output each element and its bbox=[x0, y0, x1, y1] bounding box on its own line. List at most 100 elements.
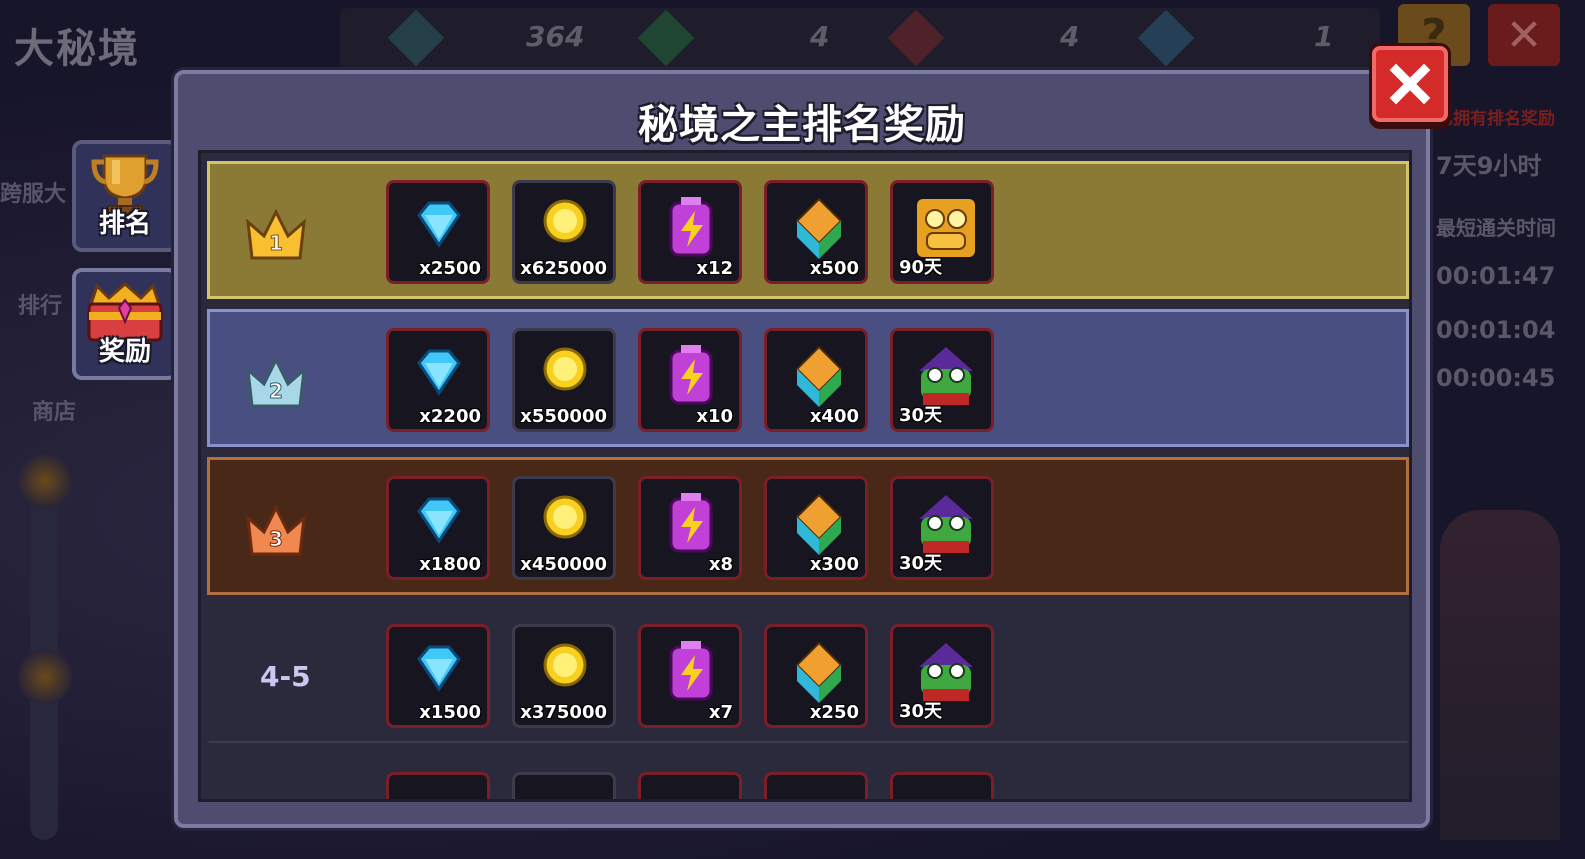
coin-icon bbox=[543, 495, 587, 539]
item-quantity: x550000 bbox=[520, 406, 607, 427]
item-duration: 30天 bbox=[899, 553, 943, 574]
reward-item-diamond[interactable]: x2500 bbox=[386, 180, 490, 284]
item-quantity: x250 bbox=[809, 702, 859, 723]
reward-item-slot[interactable] bbox=[638, 772, 742, 799]
diamond-icon bbox=[417, 201, 461, 248]
item-quantity: x400 bbox=[809, 406, 859, 427]
item-quantity: x12 bbox=[696, 258, 733, 279]
crystal-icon bbox=[795, 197, 843, 259]
rank-number: 2 bbox=[269, 379, 283, 403]
item-quantity: x1500 bbox=[419, 702, 481, 723]
ranking-reward-dialog: 秘境之主排名奖励 1 x2500 x625000 x12 x500 90天 2 … bbox=[174, 70, 1430, 828]
reward-item-energy[interactable]: x10 bbox=[638, 328, 742, 432]
stat-value: 4 bbox=[1060, 20, 1080, 53]
item-duration: 30天 bbox=[899, 405, 943, 426]
frog-wizard-avatar-icon bbox=[919, 495, 973, 553]
countdown-timer: 7天9小时 bbox=[1436, 152, 1542, 180]
item-quantity: x375000 bbox=[520, 702, 607, 723]
reward-item-coin[interactable]: x550000 bbox=[512, 328, 616, 432]
item-quantity: x8 bbox=[708, 554, 733, 575]
reward-row-rank-4-5: 4-5 x1500 x375000 x7 x250 30天 bbox=[207, 605, 1409, 743]
coin-icon bbox=[543, 347, 587, 391]
item-quantity: x2200 bbox=[419, 406, 481, 427]
item-quantity: x10 bbox=[696, 406, 733, 427]
item-quantity: x7 bbox=[708, 702, 733, 723]
dialog-title: 秘境之主排名奖励 bbox=[638, 102, 966, 148]
reward-item-slot[interactable] bbox=[386, 772, 490, 799]
frog-wizard-avatar-icon bbox=[919, 643, 973, 701]
reward-item-diamond[interactable]: x2200 bbox=[386, 328, 490, 432]
rank-number: 3 bbox=[269, 527, 283, 551]
sidebar-item-leaderboard[interactable]: 排行 bbox=[18, 288, 62, 320]
reward-item-slot[interactable] bbox=[764, 772, 868, 799]
stat-value: 364 bbox=[526, 20, 585, 53]
item-duration: 90天 bbox=[899, 257, 943, 278]
coin-icon bbox=[543, 199, 587, 243]
tab-ranking-label: 排名 bbox=[98, 209, 151, 239]
reward-item-avatar[interactable]: 30天 bbox=[890, 624, 994, 728]
item-quantity: x2500 bbox=[419, 258, 481, 279]
reward-item-crystal[interactable]: x300 bbox=[764, 476, 868, 580]
reward-item-avatar[interactable]: 30天 bbox=[890, 476, 994, 580]
stat-value: 4 bbox=[810, 20, 830, 53]
bronze-crown-icon: 3 bbox=[246, 504, 306, 556]
reward-item-coin[interactable]: x375000 bbox=[512, 624, 616, 728]
item-quantity: x1800 bbox=[419, 554, 481, 575]
item-duration: 30天 bbox=[899, 701, 943, 722]
lamp-icon bbox=[18, 454, 72, 508]
frog-wizard-avatar-icon bbox=[919, 347, 973, 405]
diamond-icon bbox=[417, 645, 461, 692]
gold-crown-icon: 1 bbox=[246, 208, 306, 260]
crystal-icon bbox=[795, 641, 843, 703]
dialog-close-button[interactable] bbox=[1372, 46, 1448, 122]
reward-item-diamond[interactable]: x1800 bbox=[386, 476, 490, 580]
tab-reward-label: 奖励 bbox=[98, 337, 151, 367]
clear-time: 00:01:47 bbox=[1436, 262, 1556, 290]
reward-item-diamond[interactable]: x1500 bbox=[386, 624, 490, 728]
reward-item-crystal[interactable]: x400 bbox=[764, 328, 868, 432]
sidebar-item-shop[interactable]: 商店 bbox=[32, 394, 76, 426]
sidebar-item-cross-server[interactable]: 跨服大 bbox=[0, 176, 66, 208]
diamond-icon bbox=[417, 349, 461, 396]
energy-battery-icon bbox=[669, 641, 713, 701]
fastest-clear-label: 最短通关时间 bbox=[1436, 216, 1556, 240]
reward-item-coin[interactable]: x625000 bbox=[512, 180, 616, 284]
reward-item-energy[interactable]: x12 bbox=[638, 180, 742, 284]
reward-row-rank-3: 3 x1800 x450000 x8 x300 30天 bbox=[207, 457, 1409, 595]
reward-list[interactable]: 1 x2500 x625000 x12 x500 90天 2 x2200 x55… bbox=[198, 150, 1412, 802]
crystal-icon bbox=[795, 493, 843, 555]
close-icon bbox=[1389, 63, 1431, 105]
energy-battery-icon bbox=[669, 493, 713, 553]
energy-battery-icon bbox=[669, 345, 713, 405]
reward-item-slot[interactable] bbox=[890, 772, 994, 799]
reward-item-energy[interactable]: x8 bbox=[638, 476, 742, 580]
tab-ranking[interactable]: 排名 bbox=[72, 140, 178, 252]
item-quantity: x625000 bbox=[520, 258, 607, 279]
rank-range: 4-5 bbox=[260, 660, 311, 693]
item-quantity: x450000 bbox=[520, 554, 607, 575]
golden-frog-avatar-icon bbox=[917, 199, 975, 257]
item-quantity: x500 bbox=[809, 258, 859, 279]
screen-title: 大秘境 bbox=[14, 26, 140, 72]
clear-time: 00:00:45 bbox=[1436, 364, 1556, 392]
reward-item-energy[interactable]: x7 bbox=[638, 624, 742, 728]
lamp-icon bbox=[18, 650, 72, 704]
reward-row-partial bbox=[207, 753, 1409, 799]
stat-value: 1 bbox=[1314, 20, 1334, 53]
crystal-icon bbox=[795, 345, 843, 407]
silver-crown-icon: 2 bbox=[246, 356, 306, 408]
diamond-icon bbox=[417, 497, 461, 544]
screen-close-button[interactable]: ✕ bbox=[1488, 4, 1560, 66]
reward-item-avatar[interactable]: 30天 bbox=[890, 328, 994, 432]
top-stat-bar bbox=[340, 8, 1380, 68]
clear-time: 00:01:04 bbox=[1436, 316, 1556, 344]
energy-battery-icon bbox=[669, 197, 713, 257]
coin-icon bbox=[543, 643, 587, 687]
reward-item-crystal[interactable]: x250 bbox=[764, 624, 868, 728]
reward-item-avatar[interactable]: 90天 bbox=[890, 180, 994, 284]
reward-item-slot[interactable] bbox=[512, 772, 616, 799]
tab-reward[interactable]: 奖励 bbox=[72, 268, 178, 380]
reward-item-crystal[interactable]: x500 bbox=[764, 180, 868, 284]
reward-item-coin[interactable]: x450000 bbox=[512, 476, 616, 580]
rank-number: 1 bbox=[269, 231, 283, 255]
